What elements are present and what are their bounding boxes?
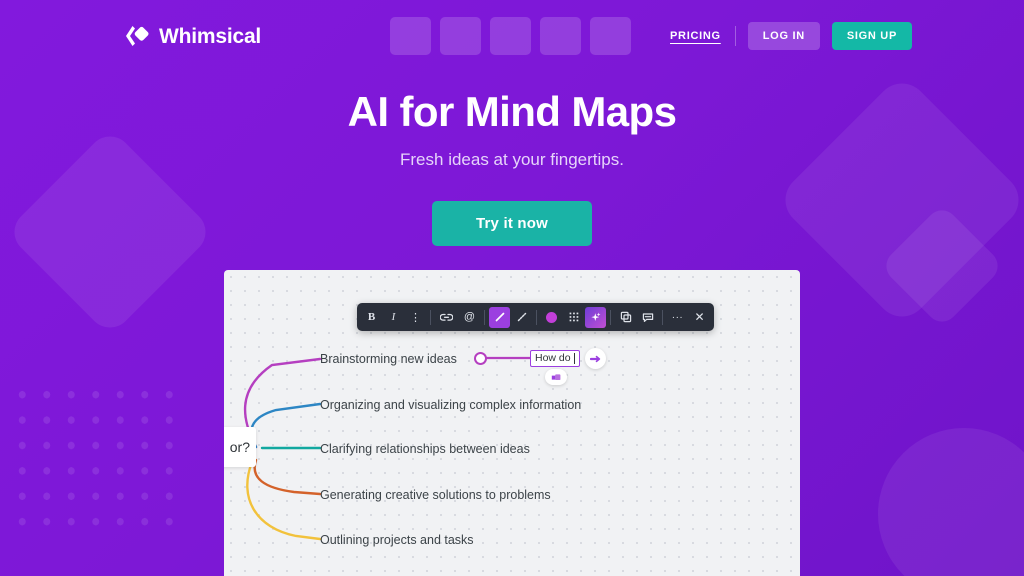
toolbar-grid-apps-button[interactable]	[563, 307, 584, 328]
line-icon	[517, 312, 526, 322]
mindmap-node-handle[interactable]	[474, 352, 487, 365]
ai-suggestion-badge[interactable]	[545, 369, 567, 385]
color-circle-icon	[546, 311, 557, 323]
nav-placeholder-4[interactable]	[540, 17, 581, 55]
editor-toolbar[interactable]: B I ⋮ @ ··· ✕	[357, 303, 714, 331]
toolbar-link-button[interactable]	[435, 307, 458, 328]
grid-icon	[569, 312, 578, 322]
decorative-dot-grid	[6, 378, 176, 530]
whimsical-diamond-icon	[124, 24, 150, 48]
toolbar-more-text-options-button[interactable]: ⋮	[405, 307, 426, 328]
nav-placeholder-5[interactable]	[590, 17, 631, 55]
toolbar-separator-2	[484, 309, 485, 325]
brand-logo[interactable]: Whimsical	[124, 24, 261, 48]
link-icon	[440, 313, 453, 321]
branch-label-2[interactable]: Organizing and visualizing complex infor…	[320, 399, 581, 412]
arrow-right-icon	[590, 355, 601, 362]
toolbar-separator-5	[662, 309, 663, 325]
comment-icon	[642, 312, 653, 322]
toolbar-separator-4	[610, 309, 611, 325]
app-preview-canvas[interactable]: or? Brainstorming new ideas Organizing a…	[224, 270, 800, 576]
nav-placeholder-group	[390, 17, 631, 55]
hero-title: AI for Mind Maps	[347, 88, 677, 135]
branch-label-1[interactable]: Brainstorming new ideas	[320, 353, 457, 366]
header-divider	[734, 26, 736, 46]
toolbar-italic-button[interactable]: I	[383, 307, 404, 328]
mindmap-center-node[interactable]: or?	[224, 427, 256, 467]
toolbar-bold-button[interactable]: B	[361, 307, 382, 328]
toolbar-separator-3	[536, 309, 537, 325]
nav-placeholder-3[interactable]	[490, 17, 531, 55]
site-header: Whimsical PRICING LOG IN SIGN UP	[0, 0, 1024, 72]
toolbar-comment-button[interactable]	[637, 307, 658, 328]
branch-label-4[interactable]: Generating creative solutions to problem…	[320, 489, 551, 502]
toolbar-separator-1	[430, 309, 431, 325]
cta-container: Try it now	[0, 201, 1024, 247]
decorative-circle-bottom-right	[878, 428, 1024, 576]
nav-placeholder-1[interactable]	[390, 17, 431, 55]
hero-subtitle: Fresh ideas at your fingertips.	[400, 150, 624, 170]
toolbar-more-options-button[interactable]: ···	[667, 307, 688, 328]
toolbar-ai-sparkle-button[interactable]	[585, 306, 606, 328]
toolbar-duplicate-button[interactable]	[615, 307, 636, 328]
sign-up-button[interactable]: SIGN UP	[831, 22, 912, 50]
header-actions: PRICING LOG IN SIGN UP	[668, 22, 912, 50]
toolbar-line-tool-button[interactable]	[511, 307, 532, 328]
toolbar-mention-button[interactable]: @	[459, 307, 480, 328]
hero-section: AI for Mind Maps Fresh ideas at your fin…	[0, 88, 1024, 247]
mindmap-text-input[interactable]: How do	[530, 350, 580, 367]
sparkle-icon	[591, 312, 601, 321]
toolbar-pen-tool-button[interactable]	[489, 306, 510, 328]
log-in-button[interactable]: LOG IN	[747, 22, 820, 50]
duplicate-icon	[620, 311, 631, 323]
text-cursor	[573, 353, 575, 364]
center-node-label: or?	[229, 439, 250, 455]
ai-suggestion-icon	[551, 373, 560, 380]
pricing-link[interactable]: PRICING	[668, 26, 723, 46]
toolbar-color-swatch-button[interactable]	[541, 307, 562, 328]
submit-prompt-button[interactable]	[585, 348, 606, 369]
branch-label-5[interactable]: Outlining projects and tasks	[320, 534, 474, 547]
brand-logo-text: Whimsical	[159, 24, 262, 48]
toolbar-close-button[interactable]: ✕	[689, 307, 710, 328]
mindmap-text-input-value: How do	[535, 352, 571, 365]
pen-icon	[495, 312, 504, 322]
branch-label-3[interactable]: Clarifying relationships between ideas	[320, 443, 530, 456]
landing-page: Whimsical PRICING LOG IN SIGN UP AI for …	[0, 0, 1024, 576]
try-it-now-button[interactable]: Try it now	[431, 201, 592, 247]
nav-placeholder-2[interactable]	[440, 17, 481, 55]
